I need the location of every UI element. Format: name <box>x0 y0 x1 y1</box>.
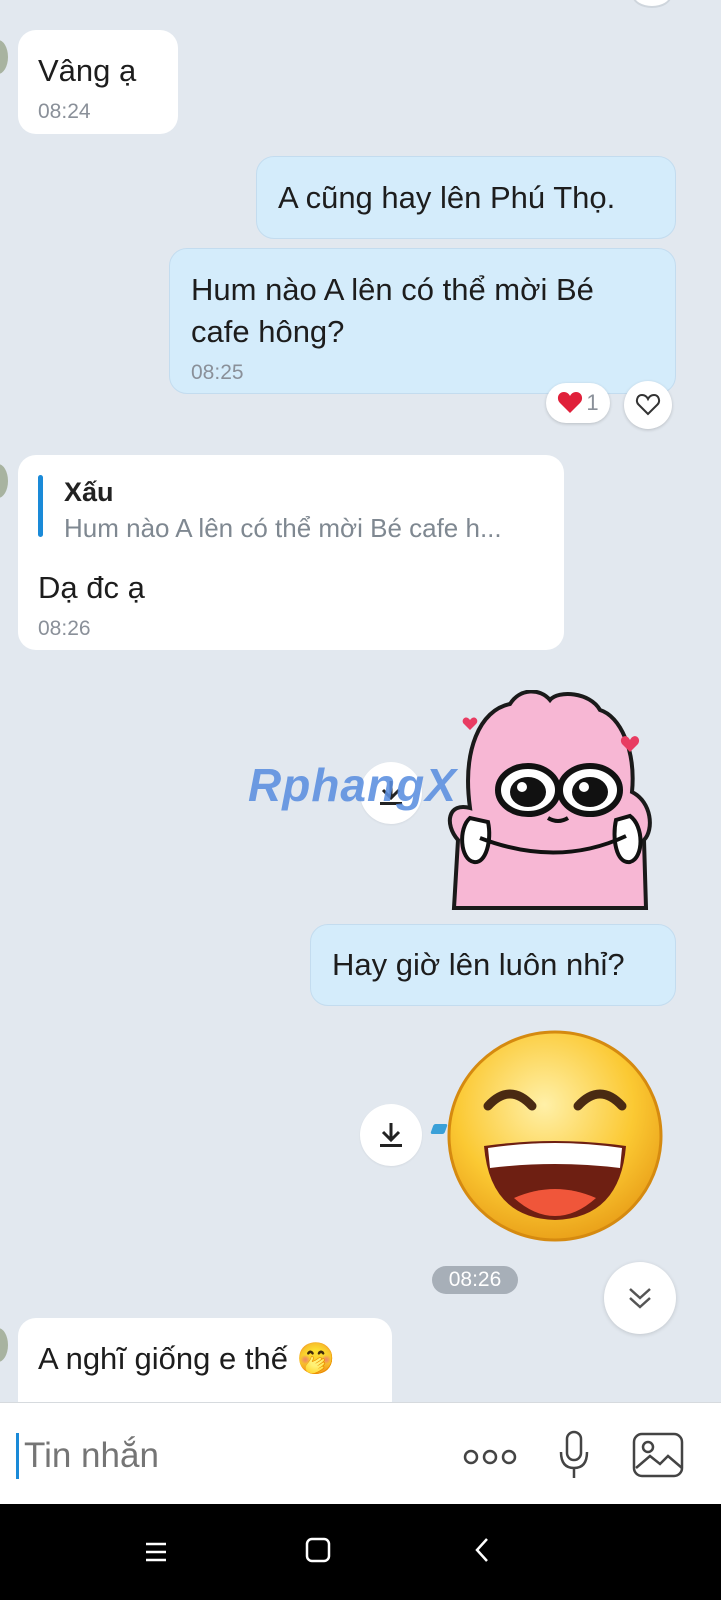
react-button[interactable] <box>624 381 672 429</box>
sender-avatar[interactable] <box>0 462 10 500</box>
message-text: A nghĩ giống e thế 🤭 <box>38 1341 336 1376</box>
scroll-to-bottom-button[interactable] <box>604 1262 676 1334</box>
message-bubble-outgoing[interactable]: Hum nào A lên có thể mời Bé cafe hông? 0… <box>169 248 676 394</box>
heart-outline-icon <box>635 393 661 417</box>
sender-avatar[interactable] <box>0 1326 10 1364</box>
sticker-laughing-emoji[interactable] <box>444 1028 666 1244</box>
message-input[interactable] <box>22 1429 446 1483</box>
message-text-line: cafe hông? <box>191 314 345 349</box>
watermark: RphangX <box>248 759 457 811</box>
quote-bar <box>38 475 43 537</box>
more-button[interactable] <box>460 1437 520 1477</box>
reaction-count: 1 <box>586 390 599 415</box>
voice-button[interactable] <box>550 1427 598 1483</box>
download-icon <box>378 1121 404 1149</box>
time-chip: 08:26 <box>432 1266 518 1294</box>
chat-area[interactable]: Vâng ạ 08:24 A cũng hay lên Phú Thọ. Hum… <box>0 0 721 1402</box>
sender-avatar[interactable] <box>0 38 10 76</box>
message-text: Hay giờ lên luôn nhỉ? <box>332 947 625 982</box>
image-icon <box>632 1432 684 1478</box>
download-button[interactable] <box>360 1104 422 1166</box>
message-text: Dạ đc ạ <box>38 570 145 605</box>
message-bubble-outgoing[interactable]: A cũng hay lên Phú Thọ. <box>256 156 676 239</box>
message-bubble-incoming-reply[interactable]: Xấu Hum nào A lên có thể mời Bé cafe h..… <box>18 455 564 650</box>
back-chevron-icon <box>473 1537 491 1563</box>
message-text: Vâng ạ <box>38 53 137 88</box>
message-time: 08:25 <box>191 361 244 384</box>
message-input-bar <box>0 1402 721 1505</box>
nav-back-button[interactable] <box>466 1534 498 1566</box>
message-time: 08:24 <box>38 100 91 123</box>
heart-icon <box>557 391 583 415</box>
quote-author: Xấu <box>64 477 114 507</box>
quote-text: Hum nào A lên có thể mời Bé cafe h... <box>64 513 502 543</box>
message-bubble-outgoing[interactable]: Hay giờ lên luôn nhỉ? <box>310 924 676 1006</box>
home-square-icon <box>305 1537 331 1563</box>
more-dots-icon <box>463 1448 517 1466</box>
system-navigation-bar <box>0 1504 721 1600</box>
text-cursor <box>16 1433 19 1479</box>
message-bubble-incoming[interactable]: Vâng ạ 08:24 <box>18 30 178 134</box>
message-bubble-incoming[interactable]: A nghĩ giống e thế 🤭 <box>18 1318 392 1402</box>
avatar-partial <box>632 0 672 8</box>
microphone-icon <box>557 1430 591 1480</box>
nav-home-button[interactable] <box>302 1534 334 1566</box>
sticker-pink-bunny[interactable] <box>440 689 672 910</box>
nav-menu-button[interactable] <box>140 1536 172 1568</box>
image-button[interactable] <box>630 1429 686 1481</box>
double-chevron-down-icon <box>626 1284 654 1312</box>
message-text-line: Hum nào A lên có thể mời Bé <box>191 272 594 307</box>
message-time: 08:26 <box>38 617 91 640</box>
menu-icon <box>144 1541 168 1563</box>
reaction-badge[interactable]: 1 <box>546 383 610 423</box>
message-text: A cũng hay lên Phú Thọ. <box>278 180 616 215</box>
